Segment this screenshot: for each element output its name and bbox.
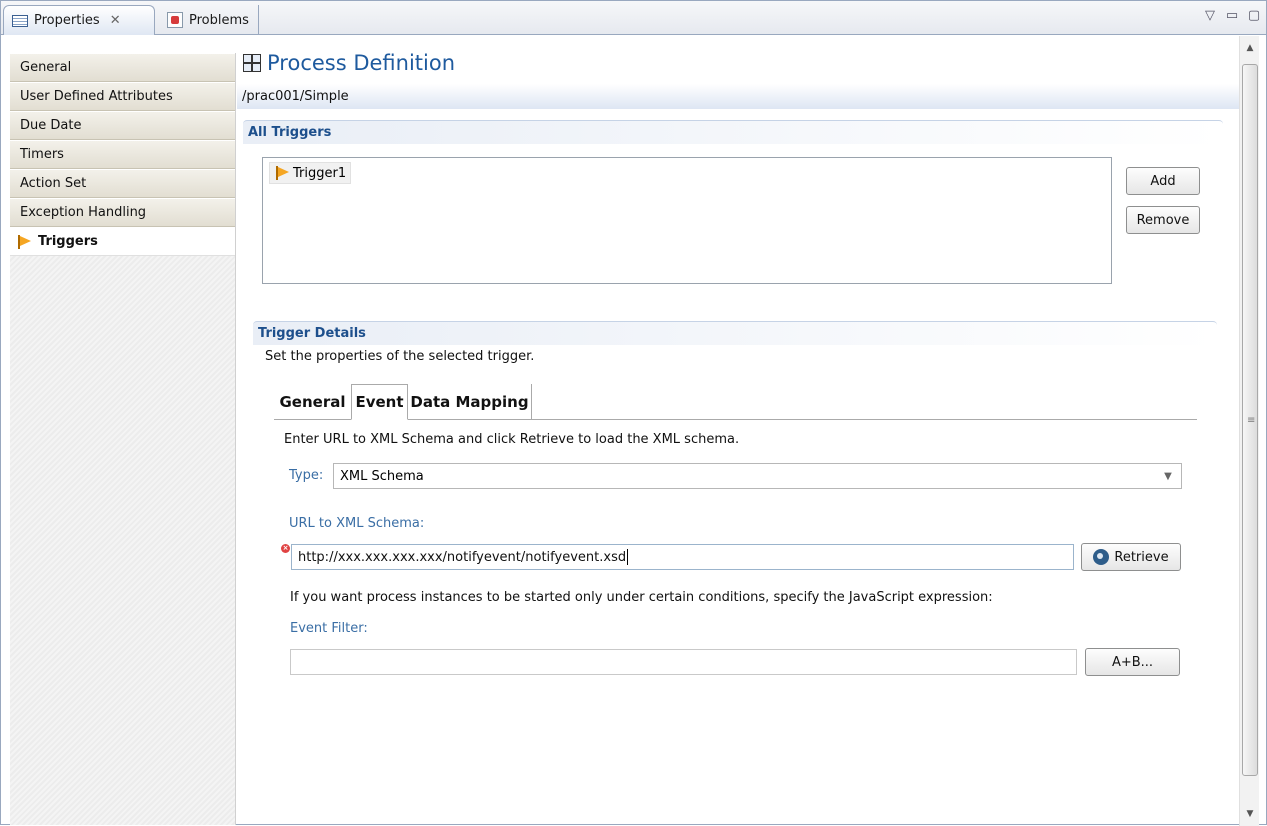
properties-view: Properties ✕ Problems ▽ ▭ ▢ General User… bbox=[0, 0, 1267, 826]
url-input[interactable]: http://xxx.xxx.xxx.xxx/notifyevent/notif… bbox=[291, 544, 1074, 570]
scroll-up-icon[interactable]: ▲ bbox=[1240, 40, 1260, 56]
section-title-text: Trigger Details bbox=[258, 326, 366, 341]
chevron-down-icon[interactable]: ▼ bbox=[1155, 464, 1181, 488]
button-label: Remove bbox=[1136, 212, 1190, 228]
error-icon: × bbox=[281, 544, 290, 553]
sidebar-item-triggers[interactable]: Triggers bbox=[10, 227, 235, 256]
grip-icon: ≡ bbox=[1247, 415, 1256, 426]
tab-label: Event bbox=[355, 393, 404, 411]
tab-data-mapping[interactable]: Data Mapping bbox=[408, 384, 532, 420]
tab-properties[interactable]: Properties ✕ bbox=[3, 5, 155, 35]
sidebar-item-due-date[interactable]: Due Date bbox=[10, 111, 235, 140]
trigger-details-section-title: Trigger Details bbox=[253, 321, 1217, 345]
remove-button[interactable]: Remove bbox=[1126, 206, 1200, 234]
view-menu-icon[interactable]: ▽ bbox=[1204, 8, 1216, 23]
trigger-list[interactable]: Trigger1 bbox=[262, 157, 1112, 284]
problems-icon bbox=[167, 12, 183, 28]
tab-label: Data Mapping bbox=[410, 393, 529, 411]
text-caret bbox=[627, 549, 629, 565]
button-label: Retrieve bbox=[1114, 549, 1169, 565]
process-definition-icon bbox=[243, 54, 261, 72]
sidebar-item-exception-handling[interactable]: Exception Handling bbox=[10, 198, 235, 227]
tab-problems-label: Problems bbox=[189, 12, 249, 28]
all-triggers-section-title: All Triggers bbox=[243, 120, 1223, 144]
list-item[interactable]: Trigger1 bbox=[269, 162, 352, 184]
properties-page: Process Definition /prac001/Simple All T… bbox=[237, 36, 1239, 826]
page-title: Process Definition bbox=[267, 51, 456, 75]
sidebar-item-action-set[interactable]: Action Set bbox=[10, 169, 235, 198]
properties-icon bbox=[12, 14, 28, 27]
event-filter-label: Event Filter: bbox=[290, 621, 368, 636]
vertical-scrollbar[interactable]: ▲ ≡ ▼ bbox=[1239, 36, 1259, 826]
type-select[interactable]: XML Schema ▼ bbox=[333, 463, 1182, 489]
tab-general[interactable]: General bbox=[274, 384, 351, 420]
trigger-details-description: Set the properties of the selected trigg… bbox=[265, 349, 535, 364]
minimize-icon[interactable]: ▭ bbox=[1226, 8, 1238, 23]
tab-problems[interactable]: Problems bbox=[159, 5, 259, 35]
event-filter-input[interactable] bbox=[290, 649, 1077, 675]
type-select-value: XML Schema bbox=[340, 468, 424, 484]
sidebar-item-user-defined-attributes[interactable]: User Defined Attributes bbox=[10, 82, 235, 111]
sidebar-item-label: User Defined Attributes bbox=[20, 89, 173, 104]
section-title-text: All Triggers bbox=[248, 125, 332, 140]
button-label: A+B... bbox=[1111, 654, 1154, 670]
sidebar-item-label: General bbox=[20, 60, 72, 75]
sidebar-item-label: Timers bbox=[20, 147, 64, 162]
detail-tabs: General Event Data Mapping bbox=[274, 384, 1197, 420]
sidebar-item-label: Action Set bbox=[20, 176, 87, 191]
sidebar-item-label: Triggers bbox=[38, 234, 98, 249]
sidebar-item-label: Exception Handling bbox=[20, 205, 147, 220]
url-label: URL to XML Schema: bbox=[289, 516, 425, 531]
scroll-down-icon[interactable]: ▼ bbox=[1240, 806, 1260, 822]
add-button[interactable]: Add bbox=[1126, 167, 1200, 195]
sidebar-item-general[interactable]: General bbox=[10, 53, 235, 82]
sidebar-item-label: Due Date bbox=[20, 118, 82, 133]
category-list: General User Defined Attributes Due Date… bbox=[10, 53, 236, 825]
maximize-icon[interactable]: ▢ bbox=[1248, 8, 1260, 23]
view-controls: ▽ ▭ ▢ bbox=[1204, 8, 1260, 23]
retrieve-button[interactable]: Retrieve bbox=[1081, 543, 1181, 571]
view-tab-strip: Properties ✕ Problems ▽ ▭ ▢ bbox=[1, 1, 1266, 35]
flag-icon bbox=[274, 165, 290, 181]
type-label: Type: bbox=[289, 468, 324, 483]
path-text: /prac001/Simple bbox=[242, 89, 349, 104]
expression-builder-button[interactable]: A+B... bbox=[1085, 648, 1180, 676]
scrollbar-thumb[interactable]: ≡ bbox=[1242, 64, 1258, 776]
tab-properties-label: Properties bbox=[34, 13, 100, 28]
button-label: Add bbox=[1150, 173, 1176, 189]
flag-icon bbox=[16, 234, 32, 250]
page-header: Process Definition bbox=[237, 46, 1239, 80]
url-input-value: http://xxx.xxx.xxx.xxx/notifyevent/notif… bbox=[298, 549, 627, 565]
sidebar-item-timers[interactable]: Timers bbox=[10, 140, 235, 169]
close-icon[interactable]: ✕ bbox=[110, 13, 121, 28]
condition-instruction: If you want process instances to be star… bbox=[290, 590, 993, 605]
retrieve-instruction: Enter URL to XML Schema and click Retrie… bbox=[284, 432, 740, 447]
element-path: /prac001/Simple bbox=[237, 84, 1239, 109]
tab-event[interactable]: Event bbox=[351, 384, 408, 420]
list-item-label: Trigger1 bbox=[293, 165, 347, 181]
tab-label: General bbox=[279, 393, 346, 411]
retrieve-icon bbox=[1093, 549, 1110, 565]
